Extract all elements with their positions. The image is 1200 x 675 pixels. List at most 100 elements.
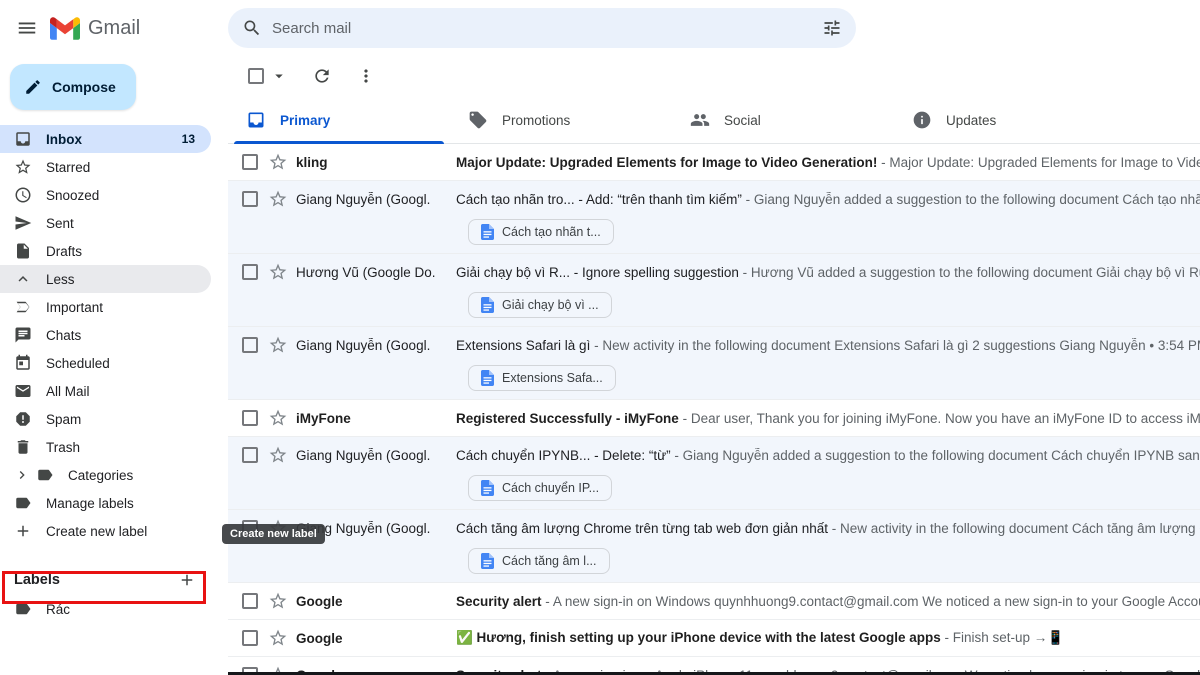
star-icon[interactable] xyxy=(268,408,288,428)
chip-label: Giải chạy bộ vì ... xyxy=(502,298,599,312)
sidebar-item-manage-labels[interactable]: Manage labels xyxy=(0,489,211,517)
chip-label: Cách tăng âm l... xyxy=(502,554,597,568)
sidebar-item-starred[interactable]: Starred xyxy=(0,153,211,181)
email-row[interactable]: Giang Nguyễn (Googl.Cách tạo nhãn tro...… xyxy=(228,181,1200,254)
sidebar-item-important[interactable]: Important xyxy=(0,293,211,321)
sidebar-item-categories[interactable]: Categories xyxy=(0,461,211,489)
star-icon[interactable] xyxy=(268,628,288,648)
email-snippet: Finish set-up →📱 xyxy=(953,630,1064,645)
sidebar-item-drafts[interactable]: Drafts xyxy=(0,237,211,265)
doc-attachment-chip[interactable]: Cách tạo nhãn t... xyxy=(468,219,614,245)
email-sender: Google xyxy=(296,594,456,609)
tab-promotions[interactable]: Promotions xyxy=(450,96,672,144)
tab-updates[interactable]: Updates xyxy=(894,96,1116,144)
gmail-m-icon xyxy=(50,17,80,40)
tab-label: Updates xyxy=(946,113,996,128)
email-checkbox[interactable] xyxy=(242,191,258,207)
email-subject: ✅ Hương, finish setting up your iPhone d… xyxy=(456,630,941,645)
sidebar-item-less[interactable]: Less xyxy=(0,265,211,293)
search-icon[interactable] xyxy=(242,18,262,38)
inbox-icon xyxy=(14,130,32,148)
email-checkbox[interactable] xyxy=(242,447,258,463)
tab-primary[interactable]: Primary xyxy=(228,96,450,144)
more-options-icon[interactable] xyxy=(356,66,376,86)
star-icon xyxy=(14,158,32,176)
add-label-icon[interactable] xyxy=(178,571,196,589)
doc-attachment-chip[interactable]: Cách chuyển IP... xyxy=(468,475,612,501)
email-sender: Hương Vũ (Google Do. xyxy=(296,265,456,280)
gmail-logo[interactable]: Gmail xyxy=(50,17,140,40)
tab-social[interactable]: Social xyxy=(672,96,894,144)
email-subject: Major Update: Upgraded Elements for Imag… xyxy=(456,155,877,170)
header: Gmail xyxy=(0,0,1200,56)
doc-attachment-chip[interactable]: Cách tăng âm l... xyxy=(468,548,610,574)
star-icon[interactable] xyxy=(268,591,288,611)
email-checkbox[interactable] xyxy=(242,337,258,353)
label-icon xyxy=(36,466,54,484)
email-checkbox[interactable] xyxy=(242,630,258,646)
sidebar-item-snoozed[interactable]: Snoozed xyxy=(0,181,211,209)
sidebar-item-spam[interactable]: Spam xyxy=(0,405,211,433)
google-docs-icon xyxy=(481,553,494,569)
email-preview: Giải chạy bộ vì R... - Ignore spelling s… xyxy=(456,265,1200,280)
sidebar-item-scheduled[interactable]: Scheduled xyxy=(0,349,211,377)
labels-title: Labels xyxy=(14,572,60,588)
star-icon[interactable] xyxy=(268,262,288,282)
email-row[interactable]: klingMajor Update: Upgraded Elements for… xyxy=(228,144,1200,181)
labels-header: Labels xyxy=(0,565,228,595)
tab-label: Social xyxy=(724,113,761,128)
email-row[interactable]: iMyFoneRegistered Successfully - iMyFone… xyxy=(228,400,1200,437)
email-snippet: New activity in the following document E… xyxy=(602,338,1200,353)
email-sender: Giang Nguyễn (Googl. xyxy=(296,192,456,207)
email-row[interactable]: Giang Nguyễn (Googl.Extensions Safari là… xyxy=(228,327,1200,400)
labels-list: Rác xyxy=(0,595,228,623)
plus-icon xyxy=(14,522,32,540)
email-checkbox[interactable] xyxy=(242,410,258,426)
label-item-r-c[interactable]: Rác xyxy=(0,595,228,623)
email-subject: Cách tạo nhãn tro... - Add: “trên thanh … xyxy=(456,192,742,207)
select-all-checkbox[interactable] xyxy=(248,68,264,84)
sidebar-item-inbox[interactable]: Inbox13 xyxy=(0,125,211,153)
email-preview: Security alert - A new sign-in on Window… xyxy=(456,594,1200,609)
doc-attachment-chip[interactable]: Giải chạy bộ vì ... xyxy=(468,292,612,318)
star-icon[interactable] xyxy=(268,152,288,172)
email-list: klingMajor Update: Upgraded Elements for… xyxy=(228,144,1200,675)
sidebar-item-create-new-label[interactable]: Create new label xyxy=(0,517,211,545)
chip-label: Cách chuyển IP... xyxy=(502,481,599,495)
hamburger-menu-icon[interactable] xyxy=(16,17,38,39)
trash-icon xyxy=(14,438,32,456)
sidebar-item-chats[interactable]: Chats xyxy=(0,321,211,349)
refresh-icon[interactable] xyxy=(312,66,332,86)
chevron-up-icon xyxy=(14,270,32,288)
sidebar: Compose Inbox13StarredSnoozedSentDraftsL… xyxy=(0,56,228,675)
compose-button[interactable]: Compose xyxy=(10,64,136,110)
sidebar-item-label: Important xyxy=(46,300,103,315)
email-subject: Cách tăng âm lượng Chrome trên từng tab … xyxy=(456,521,828,536)
draft-icon xyxy=(14,242,32,260)
email-row[interactable]: Giang Nguyễn (Googl.Cách chuyển IPYNB...… xyxy=(228,437,1200,510)
star-icon[interactable] xyxy=(268,189,288,209)
email-row[interactable]: Hương Vũ (Google Do.Giải chạy bộ vì R...… xyxy=(228,254,1200,327)
sidebar-item-trash[interactable]: Trash xyxy=(0,433,211,461)
email-row[interactable]: GoogleSecurity alert - A new sign-in on … xyxy=(228,583,1200,620)
star-icon[interactable] xyxy=(268,445,288,465)
label-name: Rác xyxy=(46,602,70,617)
star-icon[interactable] xyxy=(268,335,288,355)
email-row[interactable]: Giang Nguyễn (Googl.Cách tăng âm lượng C… xyxy=(228,510,1200,583)
mail-icon xyxy=(14,382,32,400)
email-checkbox[interactable] xyxy=(242,593,258,609)
google-docs-icon xyxy=(481,224,494,240)
search-input[interactable] xyxy=(272,20,812,37)
search-filter-icon[interactable] xyxy=(822,18,842,38)
email-row[interactable]: Google✅ Hương, finish setting up your iP… xyxy=(228,620,1200,657)
email-checkbox[interactable] xyxy=(242,264,258,280)
email-checkbox[interactable] xyxy=(242,154,258,170)
chip-label: Cách tạo nhãn t... xyxy=(502,225,601,239)
unread-count: 13 xyxy=(182,132,195,146)
select-dropdown-icon[interactable] xyxy=(270,67,288,85)
sidebar-item-all-mail[interactable]: All Mail xyxy=(0,377,211,405)
doc-attachment-chip[interactable]: Extensions Safa... xyxy=(468,365,616,391)
sidebar-item-sent[interactable]: Sent xyxy=(0,209,211,237)
sidebar-item-label: Starred xyxy=(46,160,90,175)
email-preview: Cách tăng âm lượng Chrome trên từng tab … xyxy=(456,521,1200,536)
